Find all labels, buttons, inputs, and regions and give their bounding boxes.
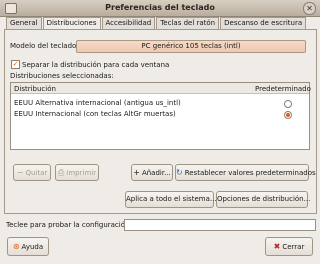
print-icon: ⎙ [57,168,65,177]
tab-teclas-raton[interactable]: Teclas del ratón [156,17,220,29]
close-icon: ✖ [273,242,281,251]
tab-bar: General Distribuciones Accesibilidad Tec… [6,17,307,30]
help-icon: ⊛ [12,242,20,251]
add-button[interactable]: + Añadir... [131,164,173,181]
close-label: Cerrar [282,243,305,251]
remove-button[interactable]: − Quitar [13,164,51,181]
model-label: Modelo del teclado: [10,42,79,50]
default-radio-selected[interactable] [284,111,292,119]
print-button[interactable]: ⎙ Imprimir [55,164,99,181]
window-close-icon[interactable]: ✕ [303,2,316,15]
reset-defaults-button[interactable]: ↻ Restablecer valores predeterminados [175,164,316,181]
help-label: Ayuda [21,243,44,251]
test-label: Teclee para probar la configuración: [6,221,132,229]
selected-layouts-label: Distribuciones seleccionadas: [10,72,114,80]
column-default[interactable]: Predeterminado [255,85,311,93]
close-button[interactable]: ✖ Cerrar [265,237,313,256]
test-input[interactable] [124,219,316,231]
separate-layout-checkbox[interactable]: ✓ [11,60,20,69]
layouts-list: Distribución Predeterminado EEUU Alterna… [10,82,311,150]
help-button[interactable]: ⊛ Ayuda [7,237,49,256]
tab-general[interactable]: General [6,17,42,29]
refresh-icon: ↻ [176,168,183,177]
tab-descanso[interactable]: Descanso de escritura [220,17,307,29]
list-item[interactable]: EEUU Internacional (con teclas AltGr mue… [14,110,176,118]
minus-icon: − [16,168,24,177]
column-layout[interactable]: Distribución [14,85,56,93]
keyboard-model-button[interactable]: PC genérico 105 teclas (intl) [76,40,306,53]
add-label: Añadir... [141,169,171,177]
apply-system-button[interactable]: Aplica a todo el sistema... [125,191,217,208]
plus-icon: + [133,168,140,177]
default-radio[interactable] [284,100,292,108]
remove-label: Quitar [25,169,48,177]
reset-label: Restablecer valores predeterminados [184,169,316,177]
window-title: Preferencias del teclado [105,3,215,12]
layout-options-button[interactable]: Opciones de distribución... [216,191,310,208]
separate-layout-label: Separar la distribución para cada ventan… [22,61,170,69]
print-label: Imprimir [66,169,97,177]
list-item[interactable]: EEUU Alternativa internacional (antigua … [14,99,181,107]
tab-accesibilidad[interactable]: Accesibilidad [101,17,156,29]
title-bar: Preferencias del teclado ✕ [0,0,320,17]
